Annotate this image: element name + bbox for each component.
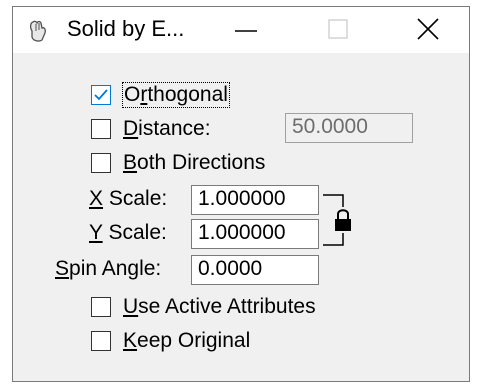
orthogonal-option[interactable]: Orthogonal bbox=[91, 81, 311, 111]
minimize-icon bbox=[235, 30, 257, 32]
close-icon bbox=[417, 18, 439, 40]
both-directions-label: Both Directions bbox=[123, 151, 266, 174]
keep-original-checkbox[interactable] bbox=[91, 331, 111, 351]
both-directions-checkbox[interactable] bbox=[91, 153, 111, 173]
window-title: Solid by E... bbox=[67, 16, 185, 41]
use-active-attributes-label: Use Active Attributes bbox=[123, 295, 316, 318]
x-scale-label: X Scale: bbox=[89, 187, 168, 210]
minimize-button[interactable] bbox=[223, 7, 269, 53]
maximize-icon bbox=[328, 19, 348, 39]
maximize-button bbox=[315, 7, 361, 53]
distance-checkbox[interactable] bbox=[91, 119, 111, 139]
extrude-tool-icon bbox=[29, 20, 46, 42]
checkmark-icon bbox=[94, 89, 108, 101]
x-scale-field[interactable]: 1.000000 bbox=[191, 185, 319, 215]
orthogonal-checkbox[interactable] bbox=[91, 85, 111, 105]
distance-label: Distance: bbox=[123, 117, 211, 140]
spin-angle-field[interactable]: 0.0000 bbox=[191, 255, 319, 285]
y-scale-label: Y Scale: bbox=[89, 221, 167, 244]
distance-option[interactable]: Distance: bbox=[91, 115, 291, 145]
solid-by-extrusion-dialog: Solid by E... Orthogonal Distance: 50.00… bbox=[12, 6, 470, 382]
use-active-attributes-option[interactable]: Use Active Attributes bbox=[91, 293, 371, 323]
y-scale-field[interactable]: 1.000000 bbox=[191, 219, 319, 249]
close-button[interactable] bbox=[405, 7, 451, 53]
use-active-attributes-checkbox[interactable] bbox=[91, 297, 111, 317]
title-bar[interactable]: Solid by E... bbox=[13, 7, 469, 53]
keep-original-label: Keep Original bbox=[123, 329, 251, 352]
distance-field: 50.0000 bbox=[285, 113, 413, 143]
spin-angle-label: Spin Angle: bbox=[55, 257, 162, 280]
both-directions-option[interactable]: Both Directions bbox=[91, 149, 331, 179]
scale-lock-toggle[interactable] bbox=[333, 207, 353, 233]
orthogonal-label: Orthogonal bbox=[122, 82, 230, 108]
padlock-icon bbox=[335, 209, 351, 231]
keep-original-option[interactable]: Keep Original bbox=[91, 327, 311, 357]
